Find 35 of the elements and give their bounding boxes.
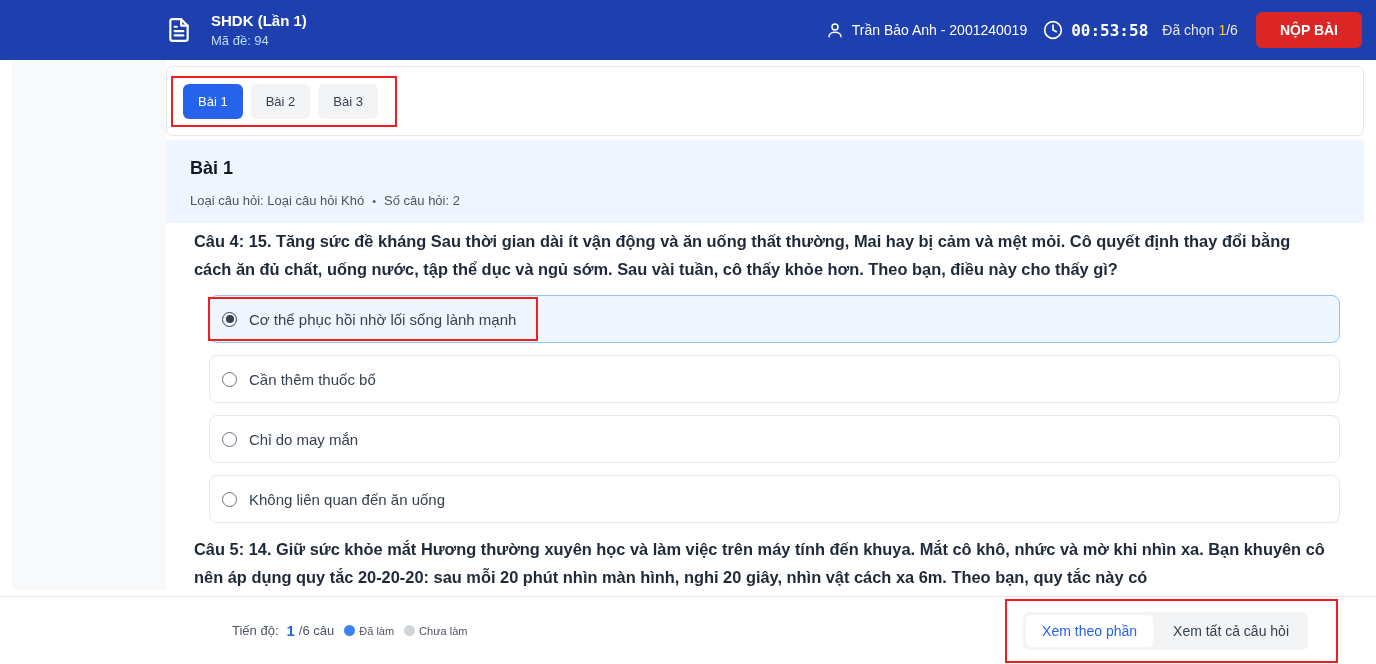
- user-icon: [825, 21, 844, 39]
- answer-option[interactable]: Không liên quan đến ăn uống: [209, 475, 1340, 523]
- question-text: Câu 4: 15. Tăng sức đề kháng Sau thời gian dài ít vận động và ăn uống thất thường, Mai hay bị cảm và mệt mỏi. Cô quyết định thay đổi bằng cách ăn đủ chất, uống nước, tập thể dục và ngủ sớm. Sau vài tuần, cô thấy khỏe hơn. Theo bạn, điều này cho thấy gì?: [194, 231, 1292, 280]
- legend-label: Đã làm: [359, 624, 395, 637]
- chosen-label: Đã chọn: [1162, 22, 1215, 38]
- document-icon: [166, 16, 192, 44]
- option-label: Chỉ do may mắn: [249, 430, 359, 448]
- answer-option[interactable]: Cơ thể phục hồi nhờ lối sống lành mạnh: [209, 295, 1340, 343]
- section-tab[interactable]: Bài 2: [250, 84, 311, 119]
- exam-code: Mã đề: 94: [211, 33, 270, 48]
- option-label: Cơ thể phục hồi nhờ lối sống lành mạnh: [249, 310, 517, 328]
- question-text: Câu 5: 14. Giữ sức khỏe mắt Hương thường xuyên học và làm việc trên máy tính đến khuya. Mắt cô khô, nhức và mờ khi nhìn xa. Bạn khuyên cô nên áp dụng quy tắc 20-20-20: sau mỗi 20 phút nhìn màn hình, nghỉ 20 giây, nhìn vật cách xa 6m. Theo bạn, quy tắc này có: [194, 539, 1326, 588]
- answer-option[interactable]: Cần thêm thuốc bổ: [209, 355, 1340, 403]
- legend-label: Chưa làm: [419, 624, 468, 637]
- separator: •: [372, 194, 377, 209]
- view-button[interactable]: Xem tất cả câu hỏi: [1157, 614, 1305, 647]
- view-button[interactable]: Xem theo phần: [1026, 614, 1154, 647]
- option-label: Cần thêm thuốc bổ: [249, 370, 376, 388]
- chosen-count: 1: [1218, 22, 1227, 38]
- answer-option[interactable]: Chỉ do may mắn: [209, 415, 1340, 463]
- question-count: Số câu hỏi: 2: [384, 193, 460, 209]
- clock-icon: [1043, 20, 1064, 40]
- exam-title: SHDK (Lần 1): [211, 12, 307, 29]
- progress-label: Tiến độ:: [232, 623, 279, 638]
- section-tab[interactable]: Bài 1: [183, 84, 243, 119]
- progress-total: /6 câu: [298, 623, 335, 638]
- chosen-total: /6: [1226, 22, 1238, 38]
- student-name: Trần Bảo Anh - 2001240019: [851, 22, 1028, 38]
- submit-button[interactable]: NỘP BÀI: [1255, 12, 1362, 48]
- question-type: Loại câu hỏi: Loại câu hỏi Khó: [190, 193, 365, 209]
- option-label: Không liên quan đến ăn uống: [249, 490, 445, 508]
- timer: 00:53:58: [1071, 20, 1149, 40]
- section-tab[interactable]: Bài 3: [318, 84, 378, 119]
- progress-count: 1: [286, 622, 295, 639]
- section-title: Bài 1: [190, 158, 235, 179]
